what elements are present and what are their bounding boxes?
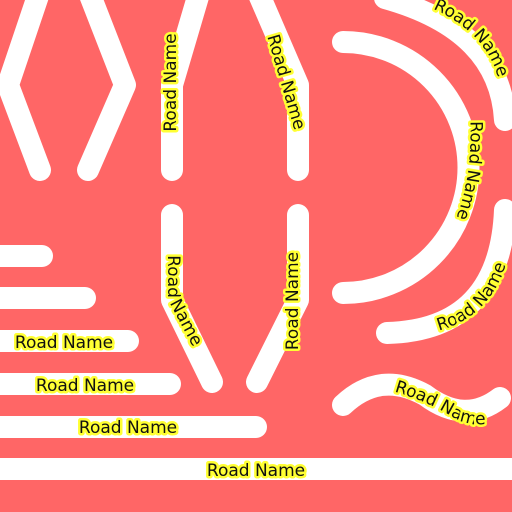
road-label-vertical-left-top: Road Name <box>161 33 181 131</box>
road-label-horizontal-3: Road Name <box>15 333 113 353</box>
road-label-vertical-right-bottom: Road Name <box>283 252 303 350</box>
road-label-horizontal-6: Road Name <box>207 461 305 481</box>
road-label-horizontal-5: Road Name <box>79 418 177 438</box>
road-label-horizontal-4: Road Name <box>36 376 134 396</box>
road-map: Road Name Road Name Road Name Road Name … <box>0 0 512 512</box>
